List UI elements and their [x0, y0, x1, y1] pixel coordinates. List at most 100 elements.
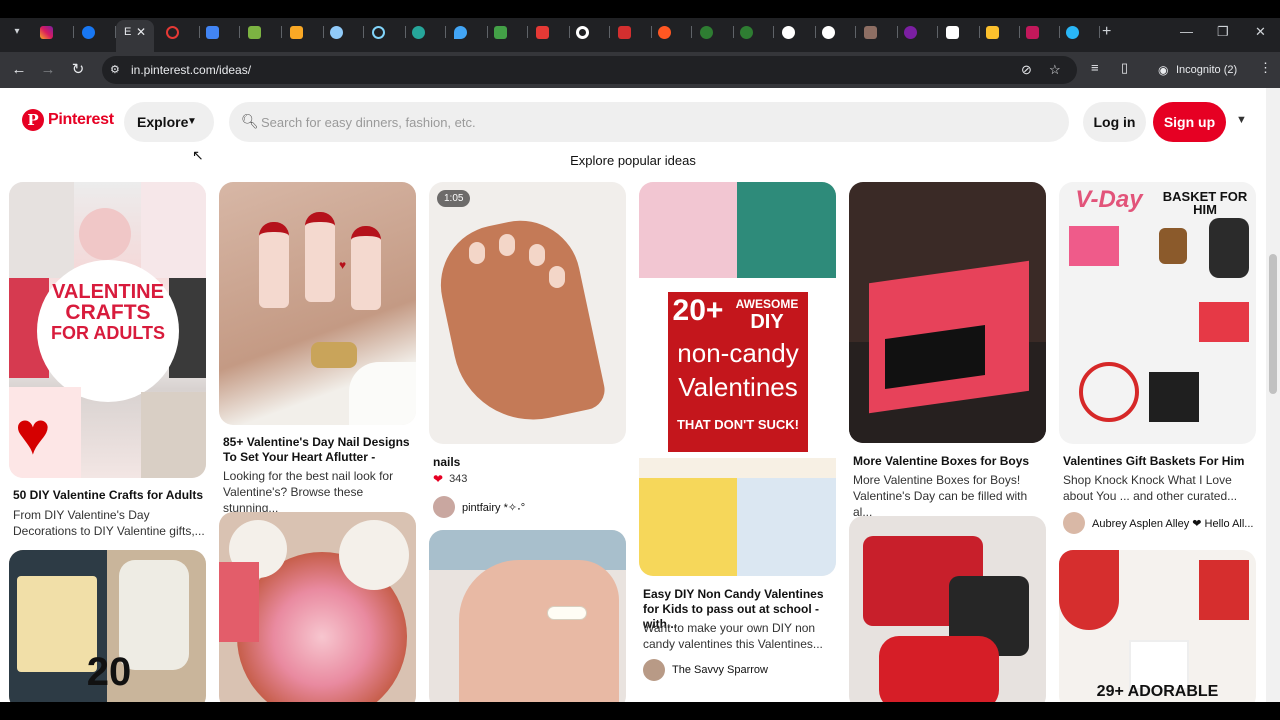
pin-title[interactable]: 85+ Valentine's Day Nail Designs To Set …: [223, 435, 415, 465]
browser-tab[interactable]: [652, 22, 692, 42]
pin-title[interactable]: nails: [433, 455, 623, 470]
pin-image-snacks[interactable]: [219, 512, 416, 702]
browser-tab[interactable]: [898, 22, 938, 42]
incognito-icon: ◉: [1158, 63, 1169, 77]
author-name: pintfairy *✧˖°: [462, 501, 526, 514]
browser-tab[interactable]: [980, 22, 1020, 42]
slides-favicon-icon: [946, 25, 959, 39]
avatar: [433, 496, 455, 518]
pin-overlay-text: BASKET FOR HIM: [1162, 189, 1248, 217]
pin-title[interactable]: Valentines Gift Baskets For Him: [1063, 454, 1253, 469]
browser-tab[interactable]: [940, 22, 980, 42]
login-button[interactable]: Log in: [1083, 102, 1146, 142]
pin-description: More Valentine Boxes for Boys! Valentine…: [853, 473, 1028, 519]
pin-image-basket[interactable]: V-Day BASKET FOR HIM: [1059, 182, 1256, 444]
reload-icon[interactable]: ↻: [68, 60, 88, 80]
browser-tab[interactable]: [1020, 22, 1060, 42]
author-name: The Savvy Sparrow: [672, 664, 768, 676]
pin-image-nails-video[interactable]: 1:05: [429, 182, 626, 444]
reddit-favicon-icon: [658, 25, 671, 39]
browser-tab[interactable]: [200, 22, 240, 42]
h-favicon-icon: [700, 25, 713, 39]
site-favicon-icon: [330, 25, 343, 39]
pin-title[interactable]: 50 DIY Valentine Crafts for Adults: [13, 488, 205, 503]
pin-overlay-text: DIY: [750, 311, 784, 333]
pin-overlay-text: VALENTINE: [52, 281, 164, 303]
pinterest-logo[interactable]: P Pinterest: [22, 109, 114, 131]
forward-icon[interactable]: →: [38, 60, 58, 80]
browser-tab[interactable]: [530, 22, 570, 42]
go-favicon-icon: [1026, 25, 1039, 39]
browser-tab[interactable]: [858, 22, 898, 42]
browser-tab[interactable]: [324, 22, 364, 42]
browser-tab[interactable]: [1060, 22, 1100, 42]
browser-tab[interactable]: [570, 22, 610, 42]
page-heading: Explore popular ideas: [570, 153, 696, 168]
browser-tab[interactable]: [448, 22, 488, 42]
eye-off-icon[interactable]: ⊘: [1021, 62, 1032, 78]
pin-image-crafts[interactable]: VALENTINE CRAFTS FOR ADULTS ♥: [9, 182, 206, 478]
pin-overlay-text: AWESOME: [735, 297, 799, 311]
browser-tab[interactable]: [284, 22, 324, 42]
active-tab[interactable]: E ✕: [116, 20, 154, 52]
pin-author[interactable]: The Savvy Sparrow: [643, 659, 768, 681]
quora-favicon-icon: [166, 25, 179, 39]
address-bar[interactable]: ⚙ in.pinterest.com/ideas/ ⊘ ☆: [102, 56, 1077, 84]
signup-button[interactable]: Sign up: [1153, 102, 1226, 142]
pin-image-manicure[interactable]: [429, 530, 626, 702]
new-tab-button[interactable]: +: [1102, 22, 1111, 42]
browser-tab[interactable]: [488, 22, 528, 42]
explore-button[interactable]: Explore ▼: [124, 102, 214, 142]
browser-tab[interactable]: [612, 22, 652, 42]
likes-count: 343: [449, 473, 468, 485]
close-window-icon[interactable]: ✕: [1255, 22, 1266, 42]
site-info-icon[interactable]: ⚙: [110, 63, 124, 77]
browser-tab[interactable]: [406, 22, 446, 42]
browser-tab[interactable]: [160, 22, 200, 42]
incognito-profile[interactable]: ◉ Incognito (2): [1152, 58, 1242, 82]
browser-tab[interactable]: [816, 22, 856, 42]
logo-text: Pinterest: [48, 111, 114, 128]
bookmark-star-icon[interactable]: ☆: [1049, 62, 1061, 78]
heart-reaction-icon: ❤: [433, 472, 444, 486]
pin-image-nails[interactable]: ♥: [219, 182, 416, 425]
pin-image-red-gifts[interactable]: [849, 516, 1046, 702]
browser-tab[interactable]: [734, 22, 774, 42]
restore-icon[interactable]: ❐: [1217, 22, 1229, 42]
pin-overlay-text: CRAFTS: [65, 301, 151, 324]
pin-image-non-candy[interactable]: 20+ AWESOME DIY non-candy Valentines THA…: [639, 182, 836, 576]
close-tab-icon[interactable]: ✕: [136, 25, 146, 39]
browser-tab[interactable]: [694, 22, 734, 42]
facebook-favicon-icon: [82, 25, 95, 39]
flag-favicon-icon: [536, 25, 549, 39]
pin-overlay-text: V-Day: [1075, 186, 1143, 213]
active-tab-title: E: [124, 26, 132, 38]
menu-dots-icon[interactable]: ⋮: [1259, 60, 1272, 76]
pin-image-jar[interactable]: 20: [9, 550, 206, 702]
pin-image-adorable[interactable]: 29+ ADORABLE: [1059, 550, 1256, 702]
browser-tab[interactable]: [34, 22, 74, 42]
side-panel-icon[interactable]: ▯: [1121, 60, 1128, 76]
pin-image-boxes[interactable]: [849, 182, 1046, 443]
browser-tab[interactable]: [366, 22, 406, 42]
pin-description: From DIY Valentine's Day Decorations to …: [13, 508, 205, 538]
pin-author[interactable]: Aubrey Asplen Alley ❤ Hello All...: [1063, 512, 1253, 534]
browser-tab[interactable]: [776, 22, 816, 42]
search-input[interactable]: [261, 102, 1051, 142]
purple-favicon-icon: [904, 25, 917, 39]
chevron-down-icon[interactable]: ▼: [1236, 114, 1247, 126]
m-favicon-icon: [618, 25, 631, 39]
minimize-icon[interactable]: —: [1180, 22, 1193, 42]
bird-favicon-icon: [1066, 25, 1079, 39]
page-scrollbar[interactable]: [1266, 88, 1280, 702]
avatar: [1063, 512, 1085, 534]
pin-title[interactable]: More Valentine Boxes for Boys: [853, 454, 1043, 469]
browser-tab[interactable]: [76, 22, 116, 42]
scrollbar-thumb[interactable]: [1269, 254, 1277, 394]
tab-search-icon[interactable]: ▾: [8, 22, 26, 42]
pin-author[interactable]: pintfairy *✧˖°: [433, 496, 525, 518]
media-icon[interactable]: ≡: [1091, 60, 1099, 75]
search-bar[interactable]: 🔍︎: [229, 102, 1069, 142]
back-icon[interactable]: ←: [9, 60, 29, 80]
browser-tab[interactable]: [242, 22, 282, 42]
